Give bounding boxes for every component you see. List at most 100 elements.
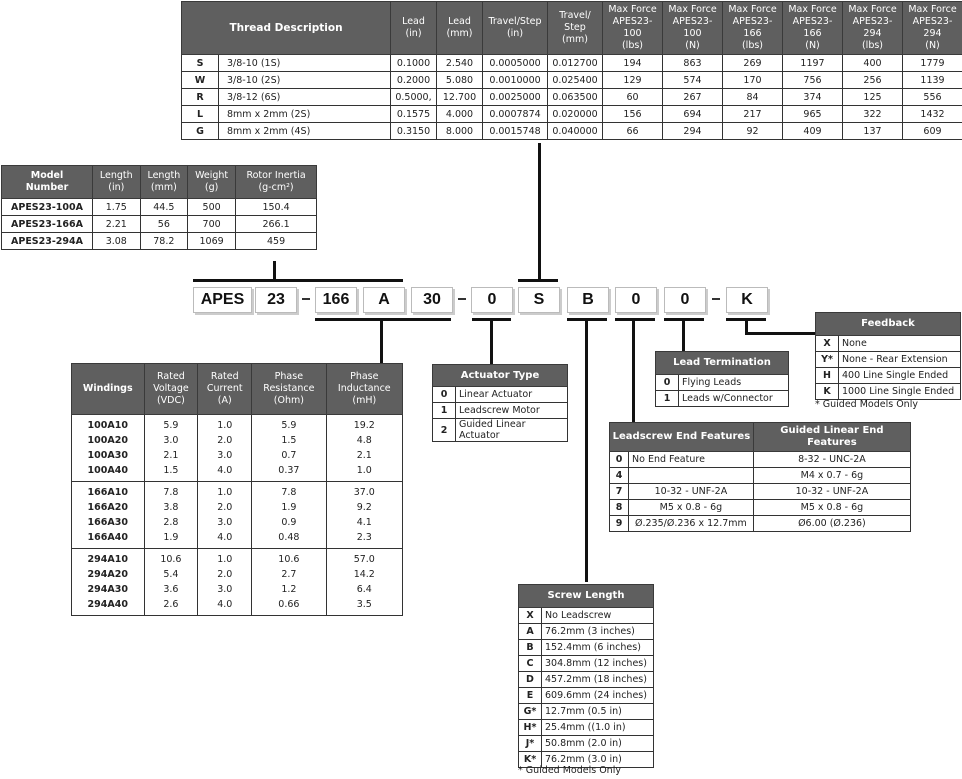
thread-cell: 556	[902, 88, 962, 106]
thread-cell: 4.000	[436, 105, 483, 123]
screw-length-code: X	[518, 607, 542, 624]
part-segment-lead-termination[interactable]: 0	[664, 287, 706, 313]
winding-code: 100A10	[71, 414, 145, 433]
connector-line	[538, 143, 541, 280]
part-separator	[712, 298, 720, 300]
end-feature-code: 0	[609, 451, 629, 468]
part-segment-winding-letter[interactable]: A	[363, 287, 405, 313]
screw-length-code: H*	[518, 719, 542, 736]
thread-row: W 3/8-10 (2S) 0.2000 5.080 0.0010000 0.025400…	[181, 71, 962, 89]
model-number: APES23-166A	[1, 215, 93, 233]
thread-cell: 1432	[902, 105, 962, 123]
thread-cell: 217	[722, 105, 783, 123]
winding-cell: 7.8	[251, 481, 327, 500]
lead-termination-table: Lead Termination 0 Flying Leads 1 Leads w/C…	[655, 351, 789, 407]
thread-cell: 0.0005000	[482, 54, 548, 72]
feedback-description: 400 Line Single Ended	[838, 367, 961, 384]
windings-row: 294A10 10.6 1.0 10.6 57.0	[71, 548, 404, 567]
model-cell: 266.1	[235, 215, 317, 233]
thread-cell: 1779	[902, 54, 962, 72]
winding-cell: 5.4	[143, 567, 199, 582]
thread-code: G	[181, 122, 219, 140]
thread-cell: 84	[722, 88, 783, 106]
leadscrew-end-feature	[628, 467, 754, 484]
screw-length-code: E	[518, 687, 542, 704]
windings-row: 294A20 5.4 2.0 2.7 14.2	[71, 567, 404, 582]
winding-cell: 3.0	[197, 515, 253, 530]
end-feature-row: 0 No End Feature 8-32 - UNC-2A	[609, 451, 912, 468]
winding-cell: 3.0	[143, 433, 199, 448]
thread-cell: 137	[842, 122, 903, 140]
thread-cell: 574	[662, 71, 723, 89]
thread-description: 8mm x 2mm (2S)	[218, 105, 391, 123]
model-row: APES23-166A 2.21 56 700 266.1	[1, 215, 317, 233]
thread-cell: 0.040000	[547, 122, 603, 140]
end-feature-row: 4 M4 x 0.7 - 6g	[609, 467, 912, 484]
part-segment-thread[interactable]: S	[518, 287, 560, 313]
connector-line	[193, 279, 403, 282]
winding-cell: 4.8	[325, 433, 404, 448]
thread-cell: 129	[602, 71, 663, 89]
windings-header-cell: Phase Inductance (mH)	[325, 363, 404, 415]
header-guided-linear-end-features: Guided Linear End Features	[752, 422, 912, 452]
thread-cell: 170	[722, 71, 783, 89]
model-header-cell: Length (in)	[92, 165, 141, 199]
winding-cell: 0.37	[251, 463, 327, 482]
model-cell: 56	[139, 215, 189, 233]
winding-code: 294A30	[71, 582, 145, 597]
thread-code: R	[181, 88, 219, 106]
winding-cell: 2.3	[325, 530, 404, 549]
model-cell: 700	[187, 215, 237, 233]
model-row: APES23-100A 1.75 44.5 500 150.4	[1, 198, 317, 216]
thread-cell: 269	[722, 54, 783, 72]
part-segment-actuator-type[interactable]: 0	[471, 287, 513, 313]
feedback-row: K 1000 Line Single Ended	[815, 383, 961, 400]
lead-termination-row: 1 Leads w/Connector	[655, 390, 789, 407]
screw-length-description: 609.6mm (24 inches)	[541, 687, 654, 704]
end-feature-code: 7	[609, 483, 629, 500]
thread-cell: 92	[722, 122, 783, 140]
winding-cell: 2.0	[197, 567, 253, 582]
leadscrew-end-feature: No End Feature	[628, 451, 754, 468]
screw-length-row: E 609.6mm (24 inches)	[518, 687, 654, 704]
thread-cell: 0.012700	[547, 54, 603, 72]
thread-cell: 267	[662, 88, 723, 106]
part-segment-screw-length[interactable]: B	[567, 287, 609, 313]
thread-cell: 0.020000	[547, 105, 603, 123]
header-max-force-294-n: Max Force APES23-294 (N)	[902, 1, 962, 55]
winding-cell: 57.0	[325, 548, 404, 567]
feedback-title: Feedback	[815, 312, 961, 336]
guided-linear-end-feature: Ø6.00 (Ø.236)	[752, 515, 912, 532]
model-cell: 2.21	[92, 215, 141, 233]
windings-row: 100A10 5.9 1.0 5.9 19.2	[71, 414, 404, 433]
winding-cell: 1.0	[197, 481, 253, 500]
header-max-force-166-n: Max Force APES23-166 (N)	[782, 1, 843, 55]
part-segment-frame-size[interactable]: 23	[255, 287, 297, 313]
winding-cell: 5.9	[251, 414, 327, 433]
header-thread-description: Thread Description	[181, 1, 391, 55]
winding-code: 166A40	[71, 530, 145, 549]
windings-row: 100A30 2.1 3.0 0.7 2.1	[71, 448, 404, 463]
part-segment-stack-length[interactable]: 166	[315, 287, 357, 313]
part-segment-winding-number[interactable]: 30	[411, 287, 453, 313]
leadscrew-end-feature: Ø.235/Ø.236 x 12.7mm	[628, 515, 754, 532]
thread-cell: 8.000	[436, 122, 483, 140]
part-segment-series[interactable]: APES	[193, 287, 252, 313]
screw-length-description: No Leadscrew	[541, 607, 654, 624]
winding-cell: 2.1	[325, 448, 404, 463]
winding-cell: 1.5	[143, 463, 199, 482]
winding-cell: 4.0	[197, 463, 253, 482]
guided-linear-end-feature: M5 x 0.8 - 6g	[752, 499, 912, 516]
winding-cell: 4.0	[197, 597, 253, 616]
end-feature-row: 8 M5 x 0.8 - 6g M5 x 0.8 - 6g	[609, 499, 912, 516]
part-segment-end-feature[interactable]: 0	[615, 287, 657, 313]
thread-row: R 3/8-12 (6S) 0.5000, 12.700 0.0025000 0.0635…	[181, 88, 962, 106]
thread-cell: 60	[602, 88, 663, 106]
lead-termination-code: 0	[655, 374, 679, 391]
thread-cell: 156	[602, 105, 663, 123]
lead-termination-title: Lead Termination	[655, 351, 789, 375]
part-segment-feedback[interactable]: K	[726, 287, 768, 313]
thread-row: L 8mm x 2mm (2S) 0.1575 4.000 0.0007874 0.020…	[181, 105, 962, 123]
part-separator	[458, 298, 466, 300]
winding-code: 166A20	[71, 500, 145, 515]
